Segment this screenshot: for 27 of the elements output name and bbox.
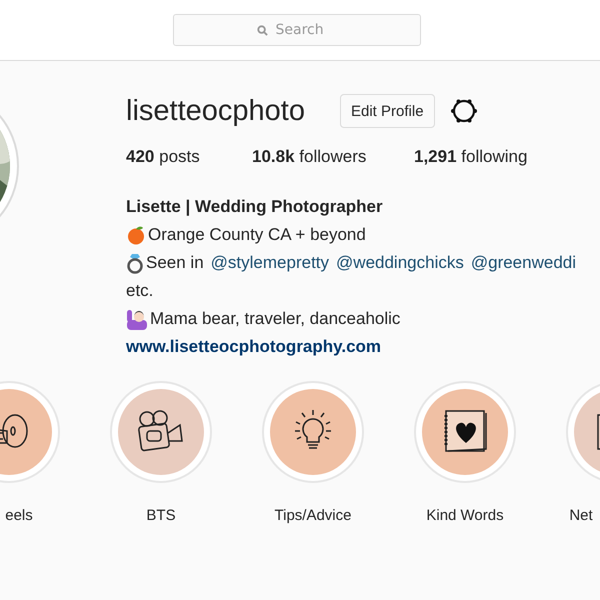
fruit-icon — [126, 225, 146, 245]
mention-link[interactable]: @greenweddi — [470, 253, 576, 273]
highlight-label: Net — [569, 507, 593, 524]
full-name: Lisette | Wedding Photographer — [126, 196, 384, 218]
search-input[interactable]: Search — [274, 21, 338, 39]
edit-profile-button[interactable]: Edit Profile — [340, 94, 435, 128]
person-icon — [126, 308, 148, 330]
ring-icon — [126, 252, 144, 274]
highlight-label: Tips/Advice — [274, 507, 352, 524]
search-icon — [256, 24, 268, 36]
bio-text: Mama bear, traveler, danceaholic — [150, 309, 400, 329]
highlight-label: Kind Words — [426, 507, 504, 524]
highlight-label: eels — [5, 507, 33, 524]
bio-text: Seen in — [146, 253, 204, 273]
settings-icon[interactable] — [450, 97, 478, 125]
highlight-label: BTS — [146, 507, 176, 524]
film-reel-icon — [0, 414, 29, 450]
username: lisetteocphoto — [126, 94, 306, 128]
website-link[interactable]: www.lisetteocphotography.com — [126, 333, 576, 361]
bio-text: Orange County CA + beyond — [148, 225, 366, 245]
mention-link[interactable]: @stylemepretty — [210, 253, 330, 273]
mention-link[interactable]: @weddingchicks — [336, 253, 464, 273]
stat-count[interactable]: 1,291 following — [414, 147, 528, 167]
bio-text: etc. — [126, 281, 154, 301]
search-field[interactable]: Search — [173, 14, 421, 46]
stat-count[interactable]: 10.8k followers — [252, 147, 414, 167]
stat-count[interactable]: 420 posts — [126, 147, 252, 167]
